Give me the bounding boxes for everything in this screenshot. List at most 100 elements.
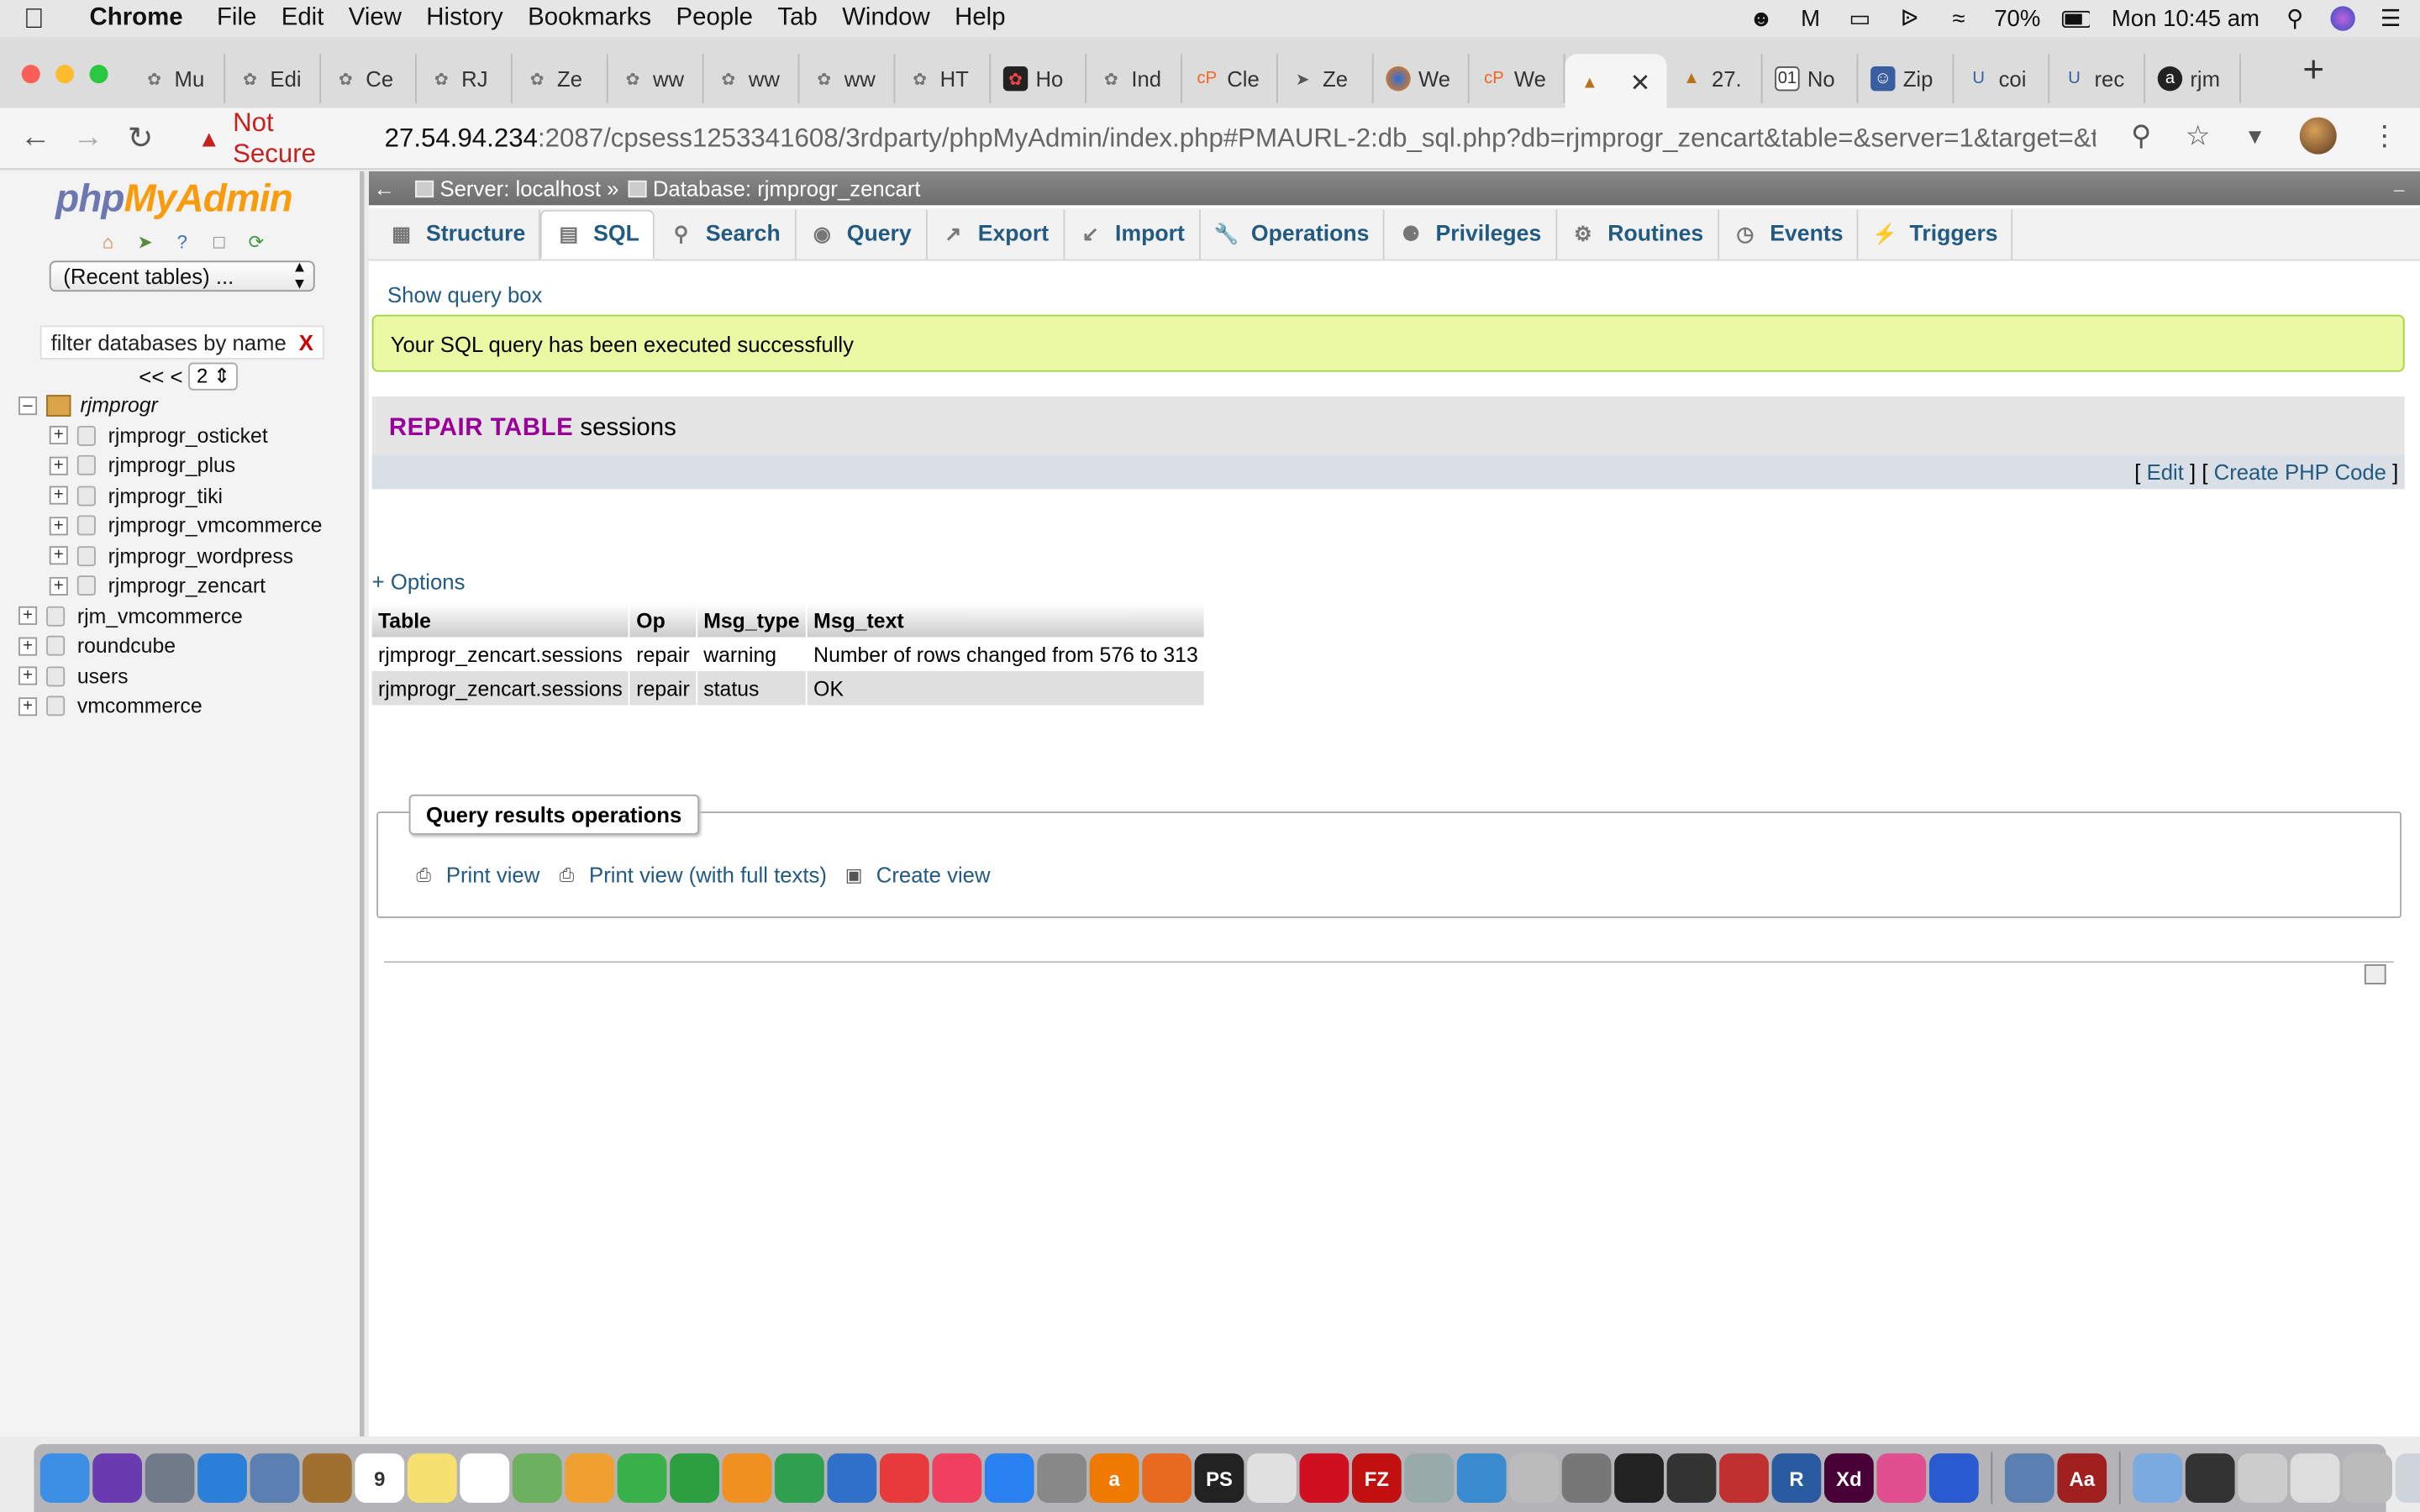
browser-tab[interactable]: ✿ ww (799, 54, 896, 104)
window-minimize-button[interactable] (55, 65, 75, 84)
wifi-icon[interactable]: ≈ (1944, 5, 1972, 31)
browser-tab[interactable]: ✿ HT (895, 54, 992, 104)
collapse-icon[interactable]: – (18, 396, 38, 415)
window-close-button[interactable] (21, 65, 40, 84)
filezilla-icon[interactable]: FZ (1351, 1453, 1402, 1503)
collapse-nav-arrow-icon[interactable]: ← (369, 176, 400, 200)
menu-view[interactable]: View (336, 5, 414, 33)
expand-icon[interactable]: + (49, 576, 68, 596)
browser-tab[interactable]: ✿ RJ (417, 54, 513, 104)
pager-page-select[interactable]: 2 ⇕ (188, 362, 239, 391)
browser-tab[interactable]: a rjm (2145, 54, 2241, 104)
menubar-clock[interactable]: Mon 10:45 am (2112, 5, 2260, 31)
tab-triggers[interactable]: ⚡ Triggers (1859, 209, 2013, 260)
tab-events[interactable]: ◷ Events (1719, 209, 1859, 260)
browser-tab[interactable]: 01 No (1763, 54, 1859, 104)
browser-tab[interactable]: ✿ ww (608, 54, 704, 104)
inkscape-icon[interactable] (1666, 1453, 1717, 1503)
refresh-icon[interactable]: ⟳ (244, 230, 268, 255)
firefox-icon[interactable] (1142, 1453, 1192, 1503)
messages-icon[interactable] (617, 1453, 667, 1503)
photobooth-icon[interactable] (1719, 1453, 1769, 1503)
extension-icon[interactable]: ▼ (2244, 123, 2265, 148)
col-header-msg-text[interactable]: Msg_text (806, 603, 1206, 638)
print-view-link[interactable]: ⎙ Print view (412, 863, 539, 887)
finder-icon[interactable] (39, 1453, 90, 1503)
cat-icon[interactable]: ☻ (1747, 5, 1775, 31)
menu-edit[interactable]: Edit (269, 5, 336, 33)
reload-icon[interactable]: ↻ (114, 118, 166, 157)
expand-icon[interactable]: + (18, 606, 38, 626)
browser-tab[interactable]: ✿ Ho (991, 54, 1087, 104)
tree-db-item[interactable]: + roundcube (18, 631, 322, 661)
tree-db-item[interactable]: + rjmprogr_wordpress (18, 541, 322, 571)
profile-avatar[interactable] (2299, 117, 2337, 155)
browser-tab[interactable]: ➤ Ze (1278, 54, 1374, 104)
tab-export[interactable]: ↗ Export (927, 209, 1065, 260)
malwarebytes-icon[interactable]: M (1797, 5, 1824, 31)
tab-import[interactable]: ↙ Import (1064, 209, 1201, 260)
breadcrumb-database[interactable]: Database: rjmprogr_zencart (628, 176, 921, 201)
expand-icon[interactable]: + (49, 426, 68, 445)
create-php-code-link[interactable]: Create PHP Code (2214, 459, 2386, 484)
tree-db-item[interactable]: + rjmprogr_osticket (18, 421, 322, 451)
browser-tab[interactable]: cP Cle (1182, 54, 1278, 104)
back-arrow-icon[interactable]: ← (9, 120, 61, 155)
window-zoom-button[interactable] (89, 65, 108, 84)
print-view-full-link[interactable]: ⎙ Print view (with full texts) (555, 863, 827, 887)
browser-tab[interactable]: Ucoi (1954, 54, 2050, 104)
browser-tab[interactable]: ✿ ww (704, 54, 800, 104)
zoom-icon[interactable]: ⚲ (2131, 119, 2151, 152)
tab-sql[interactable]: ▤ SQL (540, 209, 655, 260)
tab-search[interactable]: ⚲ Search (655, 209, 797, 260)
appstore-icon[interactable] (984, 1453, 1034, 1503)
tree-db-item[interactable]: + vmcommerce (18, 691, 322, 722)
browser-tab[interactable]: ✿ Ce (321, 54, 417, 104)
browser-tab[interactable]: ✿ Ind (1086, 54, 1182, 104)
menu-bookmarks[interactable]: Bookmarks (515, 5, 663, 33)
tree-db-item[interactable]: + rjmprogr_zencart (18, 571, 322, 601)
battery-icon[interactable] (2062, 6, 2091, 30)
siri-icon[interactable] (92, 1453, 142, 1503)
col-header-op[interactable]: Op (629, 603, 697, 638)
chrome-icon[interactable] (1247, 1453, 1297, 1503)
options-toggle-link[interactable]: + Options (372, 570, 466, 594)
gimp-icon[interactable] (1561, 1453, 1612, 1503)
tab-structure[interactable]: ▦ Structure (375, 209, 541, 260)
airplay-icon[interactable]: ▭ (1846, 6, 1874, 32)
folder-icon[interactable] (2133, 1453, 2183, 1503)
expand-icon[interactable]: + (18, 696, 38, 716)
notification-center-icon[interactable]: ☰ (2377, 6, 2405, 32)
expand-icon[interactable]: + (18, 666, 38, 685)
expand-icon[interactable]: + (49, 546, 68, 565)
xd-icon[interactable]: Xd (1824, 1453, 1874, 1503)
preview-icon[interactable] (250, 1453, 300, 1503)
create-view-link[interactable]: ▣ Create view (842, 863, 991, 887)
tree-db-item[interactable]: + users (18, 661, 322, 691)
pager-prev[interactable]: << < (139, 364, 182, 388)
new-tab-button[interactable]: + (2302, 50, 2324, 92)
docs-icon[interactable]: □ (207, 230, 231, 255)
close-tab-icon[interactable]: ✕ (1630, 68, 1651, 99)
menu-people[interactable]: People (664, 5, 765, 33)
browser-tab[interactable]: We (1374, 54, 1470, 104)
chrome-menu-icon[interactable]: ⋮ (2370, 119, 2398, 152)
reminders-icon[interactable] (460, 1453, 510, 1503)
expand-icon[interactable]: + (18, 637, 38, 656)
stack-icon[interactable] (2238, 1453, 2288, 1503)
apple-icon[interactable]:  (0, 3, 68, 35)
facetime-icon[interactable] (670, 1453, 719, 1503)
home-icon[interactable]: ⌂ (96, 230, 120, 255)
tab-routines[interactable]: ⚙ Routines (1557, 209, 1719, 260)
maps-icon[interactable] (512, 1453, 562, 1503)
browser-tab[interactable]: ▲ 27. (1667, 54, 1763, 104)
launchpad-icon[interactable] (145, 1453, 195, 1503)
stickies-icon[interactable] (407, 1453, 457, 1503)
browser-tab[interactable]: ☺ Zip (1858, 54, 1954, 104)
breadcrumb-server[interactable]: Server: localhost » (415, 176, 618, 201)
tree-db-item[interactable]: + rjmprogr_vmcommerce (18, 511, 322, 541)
safari-icon[interactable] (197, 1453, 247, 1503)
menu-tab[interactable]: Tab (765, 5, 830, 33)
logout-icon[interactable]: ➤ (133, 230, 157, 255)
downloads-icon[interactable] (2004, 1453, 2054, 1503)
